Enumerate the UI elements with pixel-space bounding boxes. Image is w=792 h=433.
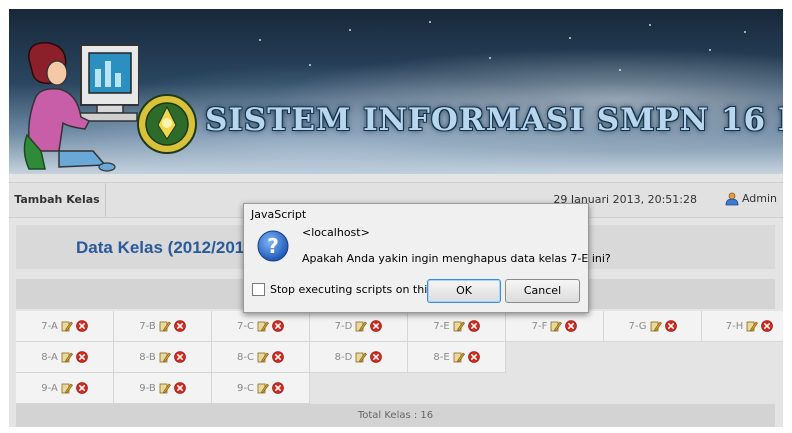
class-cell: 9-A — [16, 373, 114, 404]
class-cell: 7-G — [604, 311, 702, 342]
delete-x-icon[interactable] — [272, 351, 284, 363]
delete-x-icon[interactable] — [565, 320, 578, 332]
edit-pencil-icon[interactable] — [61, 320, 73, 332]
confirm-dialog: JavaScript ? <localhost> Apakah Anda yak… — [243, 203, 611, 313]
class-name: 9-C — [237, 382, 254, 394]
class-cell: 9-C — [212, 373, 310, 404]
school-logo-seal — [137, 94, 197, 154]
class-cell: 8-B — [114, 342, 212, 373]
class-name: 7-B — [139, 320, 156, 332]
delete-x-icon[interactable] — [75, 320, 88, 332]
class-cell: 8-C — [212, 342, 310, 373]
class-cell: 7-B — [114, 311, 212, 342]
dialog-origin: <localhost> — [302, 226, 370, 239]
edit-pencil-icon[interactable] — [61, 351, 73, 363]
class-cell: 7-C — [212, 311, 310, 342]
edit-pencil-icon[interactable] — [746, 320, 759, 332]
class-row: 7-A 7-B 7-C 7-D 7-E 7-F 7-G 7-H — [16, 311, 783, 342]
delete-x-icon[interactable] — [173, 351, 186, 363]
user-name: Admin — [741, 192, 777, 205]
class-cell: 7-F — [506, 311, 604, 342]
class-cell: 8-E — [408, 342, 506, 373]
ok-button[interactable]: OK — [427, 279, 501, 303]
edit-pencil-icon[interactable] — [550, 320, 563, 332]
delete-x-icon[interactable] — [272, 382, 284, 394]
delete-x-icon[interactable] — [75, 351, 88, 363]
class-name: 9-A — [41, 382, 58, 394]
delete-x-icon[interactable] — [467, 351, 480, 363]
class-name: 8-C — [237, 351, 254, 363]
edit-pencil-icon[interactable] — [159, 382, 171, 394]
user-menu[interactable]: Admin — [725, 192, 777, 206]
banner-title: SISTEM INFORMASI SMPN 16 BATAM — [205, 102, 783, 138]
delete-x-icon[interactable] — [173, 382, 186, 394]
dialog-title: JavaScript — [251, 208, 307, 221]
class-cell: 7-A — [16, 311, 114, 342]
class-row: 9-A 9-B 9-C — [16, 373, 775, 404]
checkbox-box[interactable] — [252, 283, 265, 296]
class-cell: 7-D — [310, 311, 408, 342]
edit-pencil-icon[interactable] — [61, 382, 73, 394]
svg-text:?: ? — [267, 234, 279, 258]
computer-user-illustration — [23, 42, 139, 172]
class-name: 7-A — [41, 320, 58, 332]
question-icon: ? — [257, 230, 289, 262]
edit-pencil-icon[interactable] — [650, 320, 662, 332]
delete-x-icon[interactable] — [272, 320, 284, 332]
class-name: 8-D — [334, 351, 353, 363]
delete-x-icon[interactable] — [467, 320, 480, 332]
edit-pencil-icon[interactable] — [159, 351, 171, 363]
tambah-kelas-tab[interactable]: Tambah Kelas — [9, 183, 106, 217]
edit-pencil-icon[interactable] — [453, 351, 465, 363]
class-name: 7-G — [628, 320, 647, 332]
class-name: 8-A — [41, 351, 58, 363]
class-name: 7-F — [531, 320, 548, 332]
total-kelas: Total Kelas : 16 — [16, 404, 775, 427]
edit-pencil-icon[interactable] — [453, 320, 465, 332]
class-name: 8-E — [433, 351, 450, 363]
edit-pencil-icon[interactable] — [355, 320, 368, 332]
page-title: Data Kelas (2012/2013) — [76, 238, 260, 257]
class-name: 7-H — [725, 320, 744, 332]
class-row: 8-A 8-B 8-C 8-D 8-E — [16, 342, 775, 373]
delete-x-icon[interactable] — [75, 382, 88, 394]
dialog-message: Apakah Anda yakin ingin menghapus data k… — [302, 252, 611, 265]
edit-pencil-icon[interactable] — [159, 320, 171, 332]
class-name: 9-B — [139, 382, 156, 394]
user-icon — [725, 192, 739, 206]
delete-x-icon[interactable] — [173, 320, 186, 332]
header-banner: SISTEM INFORMASI SMPN 16 BATAM — [9, 9, 783, 174]
class-cell: 7-E — [408, 311, 506, 342]
delete-x-icon[interactable] — [761, 320, 774, 332]
cancel-button[interactable]: Cancel — [505, 279, 580, 303]
class-cell: 9-B — [114, 373, 212, 404]
class-cell: 7-H — [702, 311, 783, 342]
class-cell: 8-A — [16, 342, 114, 373]
class-name: 8-B — [139, 351, 156, 363]
edit-pencil-icon[interactable] — [355, 351, 368, 363]
class-cell: 8-D — [310, 342, 408, 373]
edit-pencil-icon[interactable] — [257, 351, 269, 363]
edit-pencil-icon[interactable] — [257, 320, 269, 332]
class-name: 7-E — [433, 320, 450, 332]
class-name: 7-C — [237, 320, 254, 332]
edit-pencil-icon[interactable] — [257, 382, 269, 394]
delete-x-icon[interactable] — [370, 320, 383, 332]
delete-x-icon[interactable] — [664, 320, 677, 332]
class-name: 7-D — [334, 320, 353, 332]
class-grid: 7-A 7-B 7-C 7-D 7-E 7-F 7-G 7-H 8-A 8-B 8-C 8-D 8-E 9… — [16, 311, 783, 404]
delete-x-icon[interactable] — [370, 351, 383, 363]
